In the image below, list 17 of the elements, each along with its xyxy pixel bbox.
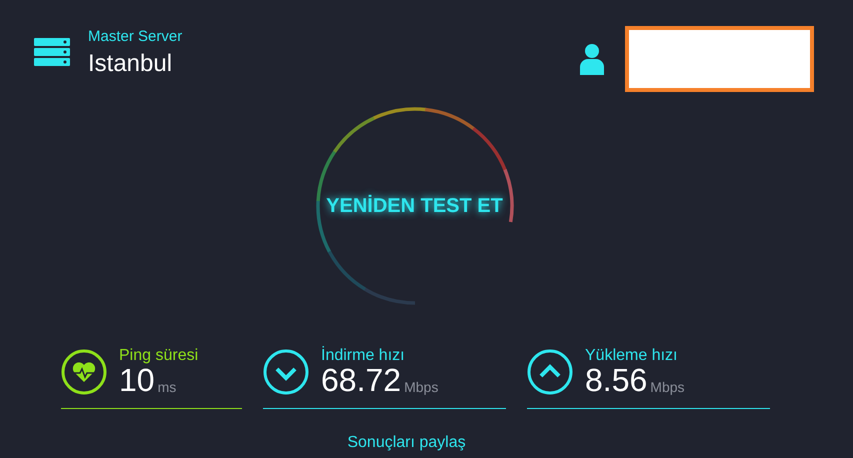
metric-value: 68.72 <box>321 364 402 396</box>
server-label: Master Server <box>88 27 182 47</box>
retest-button[interactable]: YENİDEN TEST ET <box>326 191 503 221</box>
metric-value: 8.56 <box>585 364 648 396</box>
metric-value: 10 <box>119 364 155 396</box>
metric-label: İndirme hızı <box>321 348 406 364</box>
metric-label: Yükleme hızı <box>585 348 678 364</box>
chevron-down-icon <box>263 349 309 395</box>
chevron-up-icon <box>527 349 573 395</box>
user-icon[interactable] <box>579 43 605 75</box>
metric-label: Ping süresi <box>119 348 198 364</box>
metric-unit: Mbps <box>650 380 685 396</box>
share-link[interactable]: Sonuçları paylaş <box>347 431 466 455</box>
server-city: Istanbul <box>88 48 174 78</box>
metric-unit: Mbps <box>404 380 438 396</box>
server-icon <box>34 37 70 68</box>
metric-unit: ms <box>158 380 176 396</box>
